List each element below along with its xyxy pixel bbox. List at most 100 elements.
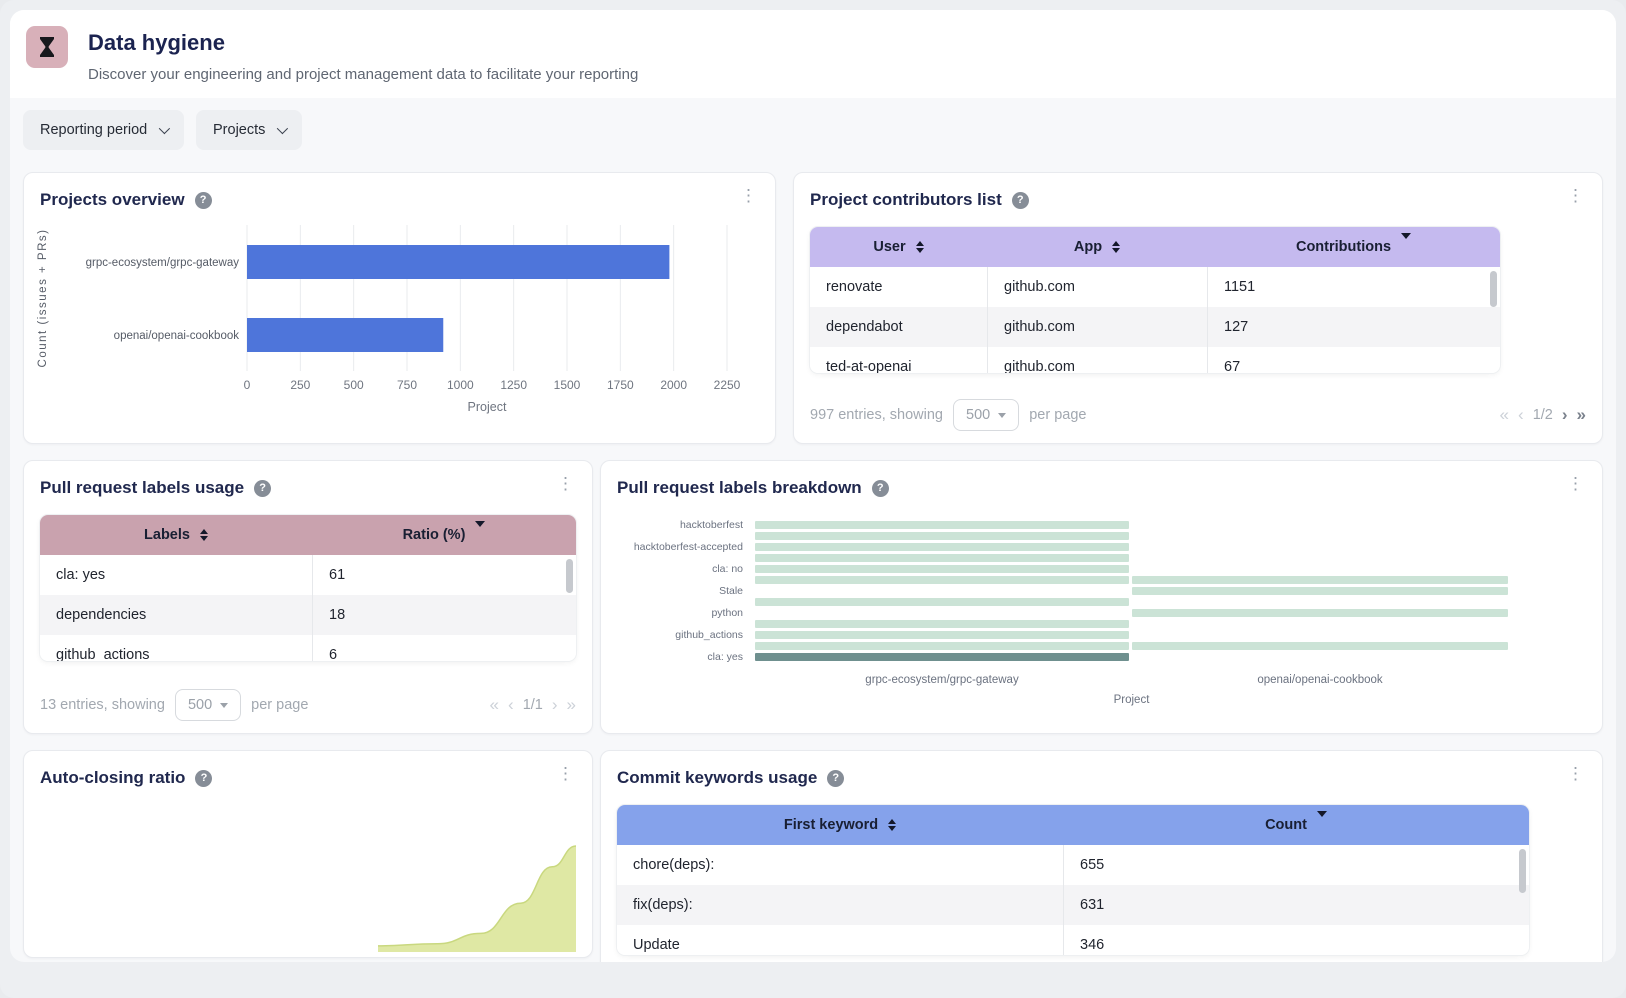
projects-filter[interactable]: Projects — [196, 110, 302, 150]
heatmap-row — [617, 596, 1586, 607]
scrollbar-thumb[interactable] — [566, 559, 573, 593]
heatmap-cell[interactable] — [1132, 554, 1508, 562]
column-header-labels[interactable]: Labels — [40, 515, 312, 555]
heatmap-cell[interactable] — [1132, 543, 1508, 551]
next-page-button[interactable]: › — [1562, 405, 1568, 425]
sort-updown-icon — [1112, 241, 1120, 253]
last-page-button[interactable]: » — [1577, 405, 1586, 425]
column-header-ratio-[interactable]: Ratio (%) — [312, 515, 576, 555]
table-cell: Update — [617, 925, 1063, 955]
page-title: Data hygiene — [88, 30, 225, 56]
heatmap-cell[interactable] — [755, 609, 1129, 617]
heatmap-cell[interactable] — [1132, 532, 1508, 540]
prev-page-button[interactable]: ‹ — [508, 695, 514, 715]
heatmap-cell[interactable] — [1132, 631, 1508, 639]
column-header-contributions[interactable]: Contributions — [1207, 227, 1500, 267]
heatmap-cell[interactable] — [1132, 653, 1508, 661]
column-label: First keyword — [784, 817, 878, 833]
panel-title: Pull request labels breakdown — [617, 478, 862, 498]
heatmap-cell[interactable] — [1132, 620, 1508, 628]
column-header-user[interactable]: User — [810, 227, 987, 267]
heatmap-column-label: openai/openai-cookbook — [1132, 674, 1508, 686]
help-icon[interactable]: ? — [254, 480, 271, 497]
column-header-first-keyword[interactable]: First keyword — [617, 805, 1063, 845]
scrollbar-thumb[interactable] — [1490, 271, 1497, 307]
heatmap-cell[interactable] — [1132, 576, 1508, 584]
reporting-period-filter[interactable]: Reporting period — [23, 110, 184, 150]
help-icon[interactable]: ? — [195, 770, 212, 787]
table-cell: github.com — [987, 267, 1207, 307]
heatmap-cell[interactable] — [1132, 565, 1508, 573]
sort-updown-icon — [200, 529, 208, 541]
panel-menu-icon[interactable]: ⋮ — [1561, 473, 1590, 494]
last-page-button[interactable]: » — [567, 695, 576, 715]
heatmap-cell[interactable] — [1132, 587, 1508, 595]
per-page-select[interactable]: 500 — [953, 399, 1019, 431]
heatmap-cell[interactable] — [755, 554, 1129, 562]
first-page-button[interactable]: « — [490, 695, 499, 715]
heatmap-row — [617, 640, 1586, 651]
heatmap-cell[interactable] — [1132, 609, 1508, 617]
table-cell: ted-at-openai — [810, 347, 987, 373]
table-cell: 655 — [1063, 845, 1529, 885]
y-axis-label: Count (issues + PRs) — [37, 229, 49, 368]
page-indicator: 1/1 — [523, 697, 543, 713]
heatmap-cell[interactable] — [755, 521, 1129, 529]
chevron-down-icon — [277, 123, 288, 134]
panel-menu-icon[interactable]: ⋮ — [551, 473, 580, 494]
bar[interactable] — [247, 245, 669, 279]
heatmap-cell[interactable] — [755, 576, 1129, 584]
heatmap-cell[interactable] — [755, 642, 1129, 650]
table-cell: cla: yes — [40, 555, 312, 595]
tick-label: 1250 — [500, 378, 527, 392]
contributors-table: UserAppContributionsrenovategithub.com11… — [810, 227, 1500, 373]
tick-label: 1750 — [607, 378, 634, 392]
heatmap-row: github_actions — [617, 629, 1586, 640]
help-icon[interactable]: ? — [1012, 192, 1029, 209]
prev-page-button[interactable]: ‹ — [1518, 405, 1524, 425]
heatmap-cell[interactable] — [755, 587, 1129, 595]
heatmap-cell[interactable] — [755, 543, 1129, 551]
table-row: cla: yes61 — [40, 555, 576, 595]
table-cell: dependabot — [810, 307, 987, 347]
auto-closing-area-chart — [378, 842, 578, 957]
next-page-button[interactable]: › — [552, 695, 558, 715]
column-header-count[interactable]: Count — [1063, 805, 1529, 845]
page-subtitle: Discover your engineering and project ma… — [88, 66, 638, 83]
heatmap-cell[interactable] — [1132, 521, 1508, 529]
heatmap-cell[interactable] — [1132, 598, 1508, 606]
panel-menu-icon[interactable]: ⋮ — [551, 763, 580, 784]
heatmap-cell[interactable] — [1132, 642, 1508, 650]
help-icon[interactable]: ? — [827, 770, 844, 787]
tick-label: 1500 — [554, 378, 581, 392]
panel-menu-icon[interactable]: ⋮ — [1561, 763, 1590, 784]
column-header-app[interactable]: App — [987, 227, 1207, 267]
panel-menu-icon[interactable]: ⋮ — [1561, 185, 1590, 206]
help-icon[interactable]: ? — [195, 192, 212, 209]
table-cell: dependencies — [40, 595, 312, 635]
table-header-row: UserAppContributions — [810, 227, 1500, 267]
panel-menu-icon[interactable]: ⋮ — [734, 185, 763, 206]
scrollbar-thumb[interactable] — [1519, 849, 1526, 893]
heatmap-row-label: python — [617, 607, 755, 619]
first-page-button[interactable]: « — [1500, 405, 1509, 425]
heatmap-cell[interactable] — [755, 598, 1129, 606]
table-cell: 61 — [312, 555, 576, 595]
pagination: « ‹ 1/2 › » — [1500, 405, 1586, 425]
heatmap-cell[interactable] — [755, 532, 1129, 540]
table-header-row: Labels Ratio (%) — [40, 515, 576, 555]
labels-usage-panel: Pull request labels usage ? ⋮ LabelsRati… — [23, 460, 593, 734]
heatmap-cell[interactable] — [755, 620, 1129, 628]
x-axis-label: Project — [468, 400, 507, 414]
panel-title: Auto-closing ratio — [40, 768, 185, 788]
heatmap-cell[interactable] — [755, 631, 1129, 639]
heatmap-cell[interactable] — [755, 565, 1129, 573]
heatmap-row — [617, 552, 1586, 563]
bar[interactable] — [247, 318, 443, 352]
heatmap-row-label: hacktoberfest-accepted — [617, 541, 755, 553]
column-label: Ratio (%) — [403, 527, 466, 543]
per-page-select[interactable]: 500 — [175, 689, 241, 721]
table-body: renovategithub.com1151dependabotgithub.c… — [810, 267, 1500, 373]
help-icon[interactable]: ? — [872, 480, 889, 497]
heatmap-cell[interactable] — [755, 653, 1129, 661]
